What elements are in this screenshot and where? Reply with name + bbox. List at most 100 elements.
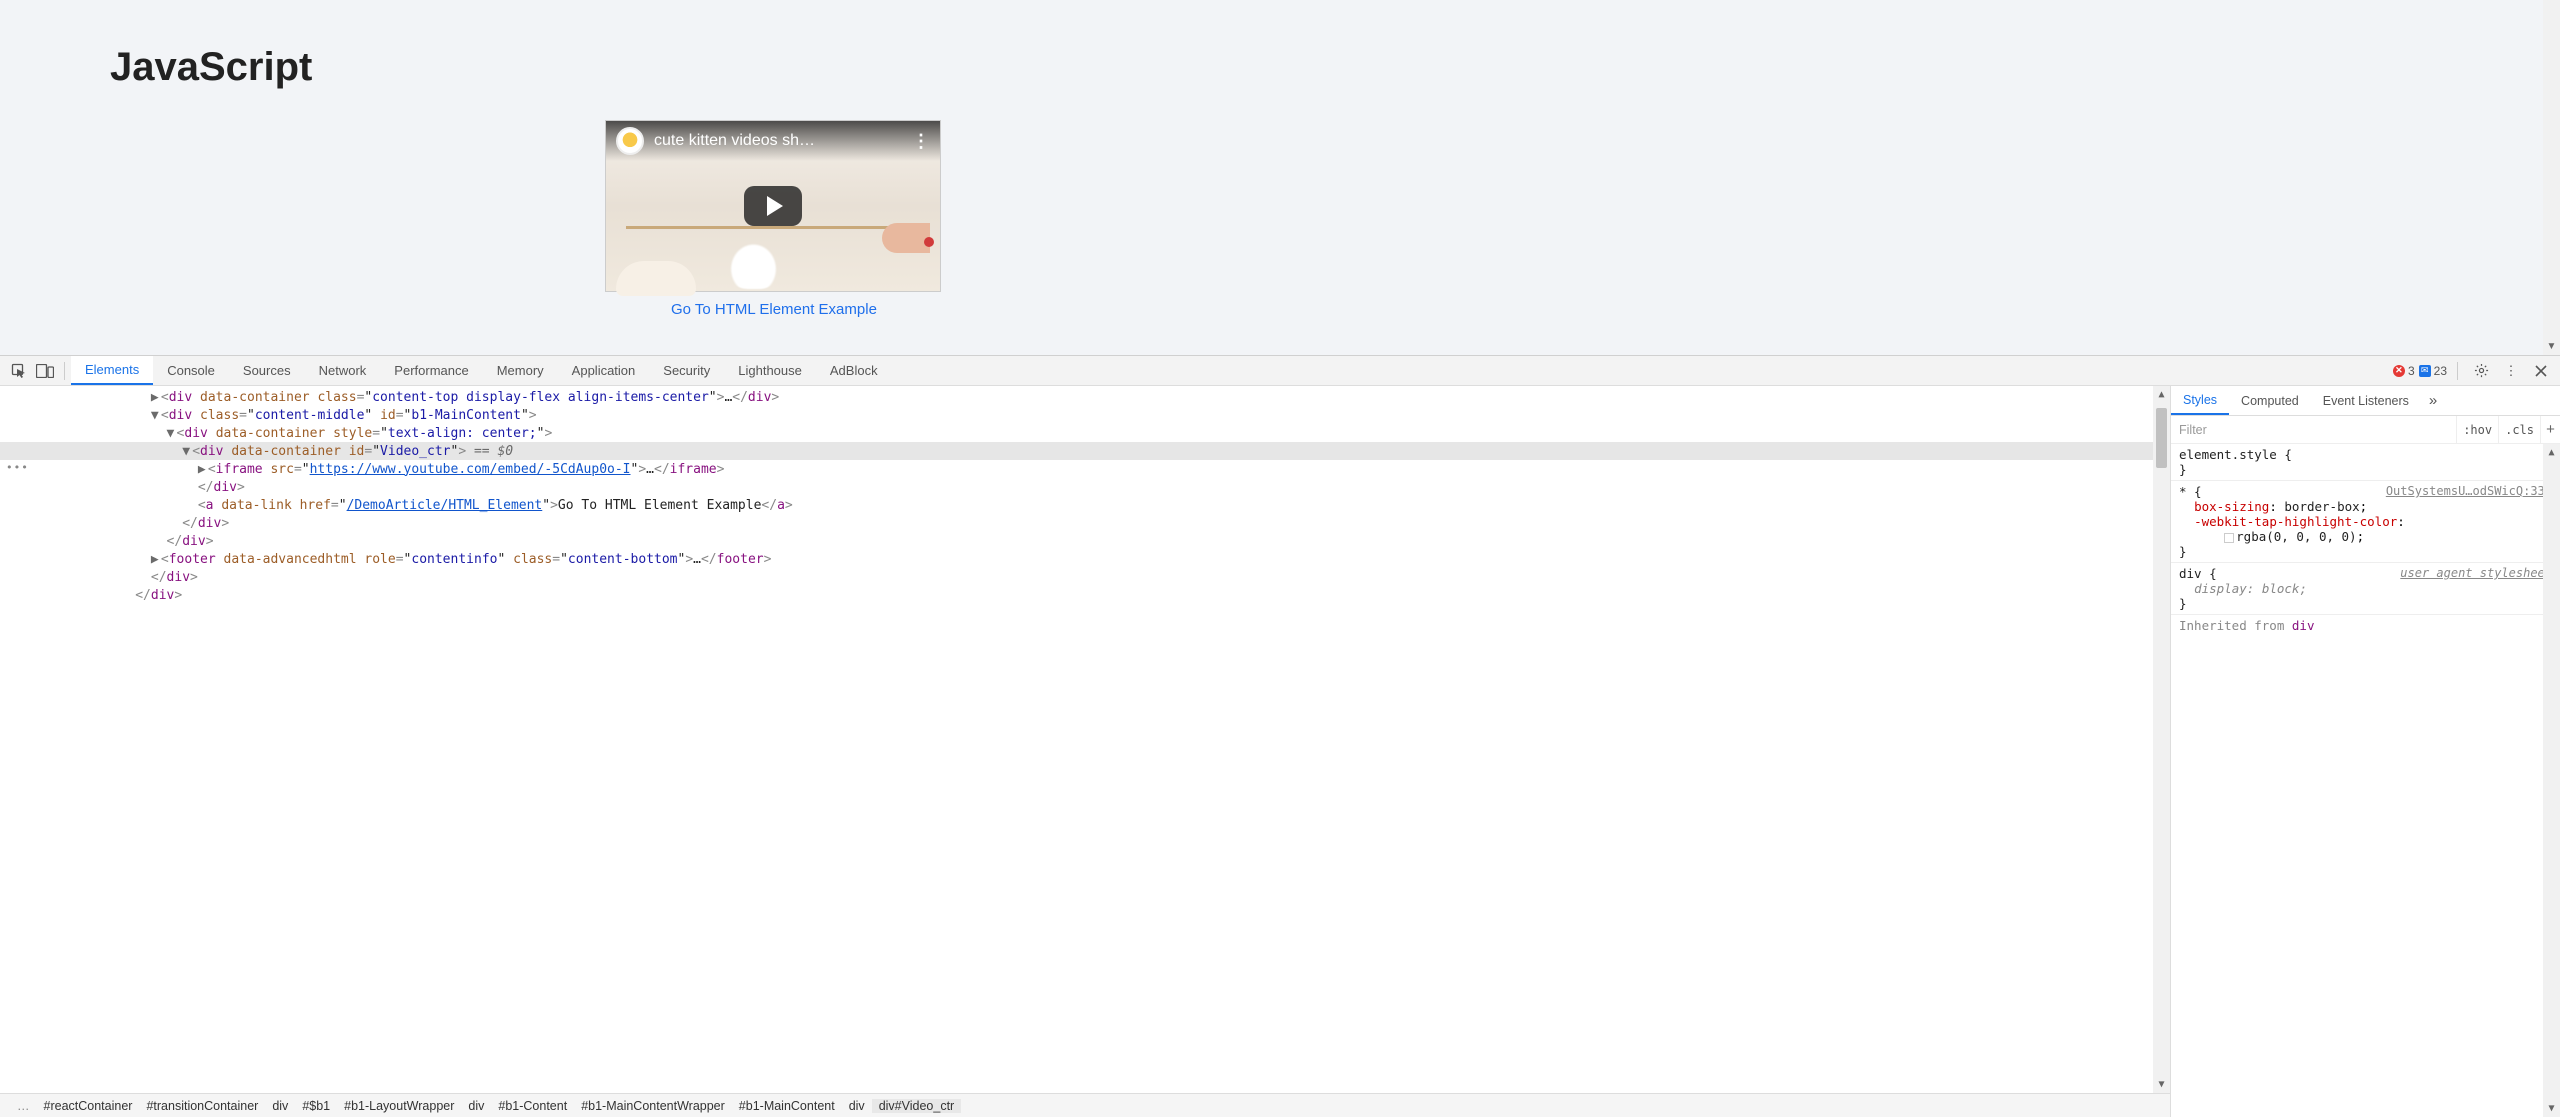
cls-toggle[interactable]: .cls bbox=[2498, 416, 2540, 443]
error-count-value: 3 bbox=[2408, 364, 2415, 378]
inherited-from[interactable]: Inherited from div bbox=[2171, 615, 2560, 636]
video-embed[interactable]: cute kitten videos sh… ⋮ bbox=[605, 120, 941, 292]
scroll-up-icon[interactable]: ▲ bbox=[2153, 386, 2170, 403]
style-rule[interactable]: OutSystemsU…odSWicQ:332 * { box-sizing: … bbox=[2171, 481, 2560, 563]
dom-node[interactable]: </div> bbox=[0, 532, 2170, 550]
play-button[interactable] bbox=[744, 186, 802, 226]
dom-scrollbar[interactable]: ▲ ▼ bbox=[2153, 386, 2170, 1093]
tab-console[interactable]: Console bbox=[153, 356, 229, 385]
dom-node[interactable]: </div> bbox=[0, 568, 2170, 586]
selector: element.style { bbox=[2179, 447, 2292, 462]
brace: } bbox=[2179, 544, 2187, 559]
video-title[interactable]: cute kitten videos sh… bbox=[654, 132, 902, 150]
message-count-value: 23 bbox=[2434, 364, 2447, 378]
breadcrumb-item[interactable]: #$b1 bbox=[295, 1099, 337, 1113]
tab-styles[interactable]: Styles bbox=[2171, 386, 2229, 415]
dom-node-selected[interactable]: ▼<div data-container id="Video_ctr"> == … bbox=[0, 442, 2170, 460]
styles-scrollbar[interactable]: ▲ ▼ bbox=[2543, 444, 2560, 1117]
styles-body[interactable]: element.style { } OutSystemsU…odSWicQ:33… bbox=[2171, 444, 2560, 1117]
overflow-indicator[interactable]: ••• bbox=[6, 461, 29, 474]
add-rule-button[interactable]: + bbox=[2540, 416, 2560, 443]
kebab-menu-icon[interactable]: ⋮ bbox=[2498, 358, 2524, 384]
breadcrumb-item[interactable]: #b1-MainContent bbox=[732, 1099, 842, 1113]
tab-network[interactable]: Network bbox=[305, 356, 381, 385]
dom-node[interactable]: ▶<div data-container class="content-top … bbox=[0, 388, 2170, 406]
decorative-shape bbox=[726, 239, 781, 289]
video-thumbnail: cute kitten videos sh… ⋮ bbox=[606, 121, 940, 291]
style-rule[interactable]: user agent stylesheet div { display: blo… bbox=[2171, 563, 2560, 615]
tab-memory[interactable]: Memory bbox=[483, 356, 558, 385]
breadcrumb-item-selected[interactable]: div#Video_ctr bbox=[872, 1099, 962, 1113]
breadcrumb-item[interactable]: div bbox=[842, 1099, 872, 1113]
property[interactable]: -webkit-tap-highlight-color bbox=[2194, 514, 2397, 529]
decorative-shape bbox=[626, 226, 900, 229]
breadcrumb-item[interactable]: div bbox=[265, 1099, 295, 1113]
kebab-menu-icon[interactable]: ⋮ bbox=[912, 131, 930, 152]
value[interactable]: rgba(0, 0, 0, 0) bbox=[2236, 529, 2356, 544]
inspect-element-icon[interactable] bbox=[6, 358, 32, 384]
avatar[interactable] bbox=[616, 127, 644, 155]
scroll-down-icon[interactable]: ▼ bbox=[2543, 1100, 2560, 1117]
scroll-down-icon[interactable]: ▼ bbox=[2543, 338, 2560, 355]
styles-tab-bar: Styles Computed Event Listeners » bbox=[2171, 386, 2560, 416]
property[interactable]: display bbox=[2194, 581, 2247, 596]
message-count[interactable]: ✉ 23 bbox=[2419, 364, 2447, 378]
value[interactable]: border-box bbox=[2284, 499, 2359, 514]
divider bbox=[2457, 362, 2458, 380]
property[interactable]: box-sizing bbox=[2194, 499, 2269, 514]
close-icon[interactable] bbox=[2528, 358, 2554, 384]
value[interactable]: block bbox=[2262, 581, 2300, 596]
tab-adblock[interactable]: AdBlock bbox=[816, 356, 892, 385]
dom-node[interactable]: ▶<iframe src="https://www.youtube.com/em… bbox=[0, 460, 2170, 478]
tab-computed[interactable]: Computed bbox=[2229, 386, 2311, 415]
error-icon: ✕ bbox=[2393, 365, 2405, 377]
scrollbar-thumb[interactable] bbox=[2156, 408, 2167, 468]
breadcrumb-item[interactable]: #b1-LayoutWrapper bbox=[337, 1099, 461, 1113]
dom-node[interactable]: ▼<div class="content-middle" id="b1-Main… bbox=[0, 406, 2170, 424]
dom-node[interactable]: </div> bbox=[0, 586, 2170, 604]
breadcrumb-item[interactable]: #transitionContainer bbox=[139, 1099, 265, 1113]
decorative-shape bbox=[616, 261, 696, 296]
tab-security[interactable]: Security bbox=[649, 356, 724, 385]
scroll-up-icon[interactable]: ▲ bbox=[2543, 444, 2560, 461]
play-icon bbox=[767, 196, 783, 216]
breadcrumb-item[interactable]: #reactContainer bbox=[37, 1099, 140, 1113]
tab-elements[interactable]: Elements bbox=[71, 356, 153, 385]
device-toolbar-icon[interactable] bbox=[32, 358, 58, 384]
breadcrumb-item[interactable]: div bbox=[461, 1099, 491, 1113]
page-scrollbar[interactable]: ▼ bbox=[2543, 0, 2560, 355]
page-title: JavaScript bbox=[110, 45, 312, 90]
breadcrumb-item[interactable]: #b1-MainContentWrapper bbox=[574, 1099, 732, 1113]
dom-node[interactable]: <a data-link href="/DemoArticle/HTML_Ele… bbox=[0, 496, 2170, 514]
dom-node[interactable]: ▶<footer data-advancedhtml role="content… bbox=[0, 550, 2170, 568]
dom-tree[interactable]: ••• ▶<div data-container class="content-… bbox=[0, 386, 2170, 1093]
tab-event-listeners[interactable]: Event Listeners bbox=[2311, 386, 2421, 415]
error-count[interactable]: ✕ 3 bbox=[2393, 364, 2415, 378]
rule-source[interactable]: OutSystemsU…odSWicQ:332 bbox=[2386, 484, 2552, 498]
scroll-down-icon[interactable]: ▼ bbox=[2153, 1076, 2170, 1093]
dom-node[interactable]: </div> bbox=[0, 514, 2170, 532]
decorative-shape bbox=[924, 237, 934, 247]
demo-link[interactable]: Go To HTML Element Example bbox=[671, 301, 877, 318]
dom-node[interactable]: ▼<div data-container style="text-align: … bbox=[0, 424, 2170, 442]
breadcrumb-overflow[interactable]: … bbox=[10, 1099, 37, 1113]
rule-source: user agent stylesheet bbox=[2400, 566, 2552, 580]
tab-application[interactable]: Application bbox=[558, 356, 650, 385]
tab-performance[interactable]: Performance bbox=[380, 356, 482, 385]
brace: } bbox=[2179, 462, 2187, 477]
color-swatch[interactable] bbox=[2224, 533, 2234, 543]
gear-icon[interactable] bbox=[2468, 358, 2494, 384]
decorative-shape bbox=[882, 223, 930, 253]
breadcrumb-item[interactable]: #b1-Content bbox=[491, 1099, 574, 1113]
dom-node[interactable]: </div> bbox=[0, 478, 2170, 496]
selector: div { bbox=[2179, 566, 2217, 581]
tab-sources[interactable]: Sources bbox=[229, 356, 305, 385]
dom-panel: ••• ▶<div data-container class="content-… bbox=[0, 386, 2170, 1117]
style-rule[interactable]: element.style { } bbox=[2171, 444, 2560, 481]
selector: * { bbox=[2179, 484, 2202, 499]
tab-lighthouse[interactable]: Lighthouse bbox=[724, 356, 816, 385]
more-tabs-icon[interactable]: » bbox=[2421, 392, 2445, 409]
page-content-area: JavaScript cute kitten videos sh… ⋮ Go T… bbox=[0, 0, 2560, 355]
hov-toggle[interactable]: :hov bbox=[2456, 416, 2498, 443]
filter-input[interactable] bbox=[2171, 423, 2456, 437]
